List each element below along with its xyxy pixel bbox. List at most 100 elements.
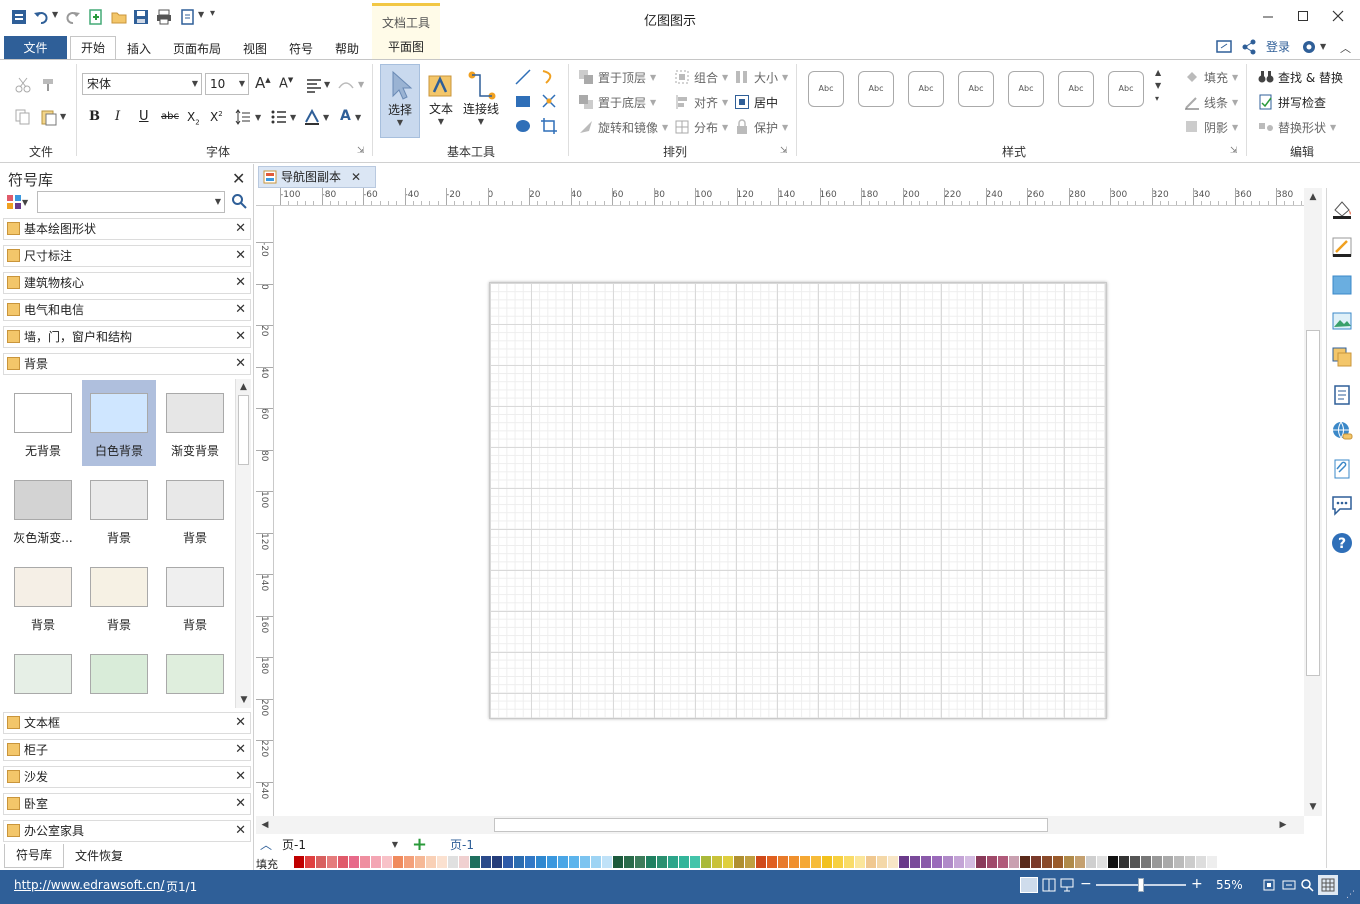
palette-swatch[interactable] <box>525 856 536 868</box>
tab-help[interactable]: 帮助 <box>326 38 368 60</box>
zoom-in-icon[interactable]: + <box>1191 876 1203 892</box>
text-align-icon[interactable] <box>305 76 323 94</box>
attachment-panel-icon[interactable] <box>1331 458 1353 480</box>
palette-swatch[interactable] <box>437 856 448 868</box>
reading-view-icon[interactable] <box>1042 878 1056 892</box>
palette-swatch[interactable] <box>998 856 1009 868</box>
palette-swatch[interactable] <box>1064 856 1075 868</box>
palette-swatch[interactable] <box>811 856 822 868</box>
undo-dropdown-icon[interactable]: ▼ <box>52 10 58 19</box>
shape-item[interactable]: 背景 <box>82 467 156 553</box>
gallery-scroll-thumb[interactable] <box>238 395 249 465</box>
palette-swatch[interactable] <box>1207 856 1218 868</box>
palette-swatch[interactable] <box>888 856 899 868</box>
add-page-icon[interactable]: + <box>412 834 427 855</box>
palette-swatch[interactable] <box>547 856 558 868</box>
underline-icon[interactable]: U <box>139 109 149 124</box>
palette-swatch[interactable] <box>459 856 470 868</box>
palette-swatch[interactable] <box>349 856 360 868</box>
style-swatch[interactable]: Abc <box>808 71 844 107</box>
shadow-button[interactable]: 阴影 ▼ <box>1184 118 1238 136</box>
page-tab[interactable]: 页-1 <box>450 836 474 854</box>
layers-panel-icon[interactable] <box>1331 346 1353 368</box>
bring-to-front-button[interactable]: 置于顶层 ▼ <box>578 68 656 86</box>
horizontal-scroll-thumb[interactable] <box>494 818 1048 832</box>
bold-icon[interactable]: B <box>89 109 100 124</box>
palette-swatch[interactable] <box>657 856 668 868</box>
palette-swatch[interactable] <box>910 856 921 868</box>
library-category[interactable]: 尺寸标注 ✕ <box>3 245 251 267</box>
palette-swatch[interactable] <box>503 856 514 868</box>
superscript-icon[interactable]: X2 <box>210 110 223 124</box>
library-category[interactable]: 背景 ✕ <box>3 353 251 375</box>
palette-swatch[interactable] <box>965 856 976 868</box>
document-tab[interactable]: 导航图副本 ✕ <box>258 166 376 188</box>
palette-swatch[interactable] <box>514 856 525 868</box>
palette-swatch[interactable] <box>1152 856 1163 868</box>
menu-file[interactable]: 文件 <box>4 36 67 60</box>
style-swatch[interactable]: Abc <box>1008 71 1044 107</box>
library-category[interactable]: 电气和电信 ✕ <box>3 299 251 321</box>
paste-dropdown-icon[interactable]: ▼ <box>60 112 66 121</box>
style-swatch[interactable]: Abc <box>1108 71 1144 107</box>
palette-swatch[interactable] <box>294 856 305 868</box>
palette-swatch[interactable] <box>1174 856 1185 868</box>
cross-point-icon[interactable] <box>540 92 558 110</box>
palette-swatch[interactable] <box>701 856 712 868</box>
size-button[interactable]: 大小 ▼ <box>734 68 788 86</box>
tab-floor-plan[interactable]: 平面图 <box>372 36 440 60</box>
palette-swatch[interactable] <box>316 856 327 868</box>
text-align-dropdown-icon[interactable]: ▼ <box>324 80 330 89</box>
rectangle-tool-icon[interactable] <box>514 92 532 110</box>
palette-swatch[interactable] <box>1196 856 1207 868</box>
share-screen-icon[interactable] <box>1215 38 1233 56</box>
palette-swatch[interactable] <box>844 856 855 868</box>
center-button[interactable]: 居中 <box>734 93 778 111</box>
palette-swatch[interactable] <box>327 856 338 868</box>
library-category[interactable]: 沙发 ✕ <box>3 766 251 788</box>
font-color-icon[interactable]: A <box>340 108 351 124</box>
palette-swatch[interactable] <box>426 856 437 868</box>
paste-icon[interactable] <box>40 108 58 126</box>
palette-swatch[interactable] <box>877 856 888 868</box>
select-tool-button[interactable]: 选择 ▼ <box>380 64 420 138</box>
presentation-view-icon[interactable] <box>1060 878 1074 892</box>
palette-swatch[interactable] <box>338 856 349 868</box>
palette-swatch[interactable] <box>932 856 943 868</box>
minimize-button[interactable] <box>1250 0 1286 32</box>
palette-swatch[interactable] <box>712 856 723 868</box>
print-icon[interactable] <box>155 8 173 26</box>
library-category-close-icon[interactable]: ✕ <box>235 219 246 239</box>
ellipse-tool-icon[interactable] <box>514 117 532 135</box>
connector-tool-button[interactable]: 连接线 ▼ <box>460 64 502 138</box>
line-button[interactable]: 线条 ▼ <box>1184 93 1238 111</box>
palette-swatch[interactable] <box>448 856 459 868</box>
settings-gear-icon[interactable] <box>1300 38 1318 56</box>
format-painter-icon[interactable] <box>40 76 58 94</box>
shape-item[interactable]: 渐变背景 <box>158 380 232 466</box>
palette-swatch[interactable] <box>624 856 635 868</box>
scroll-left-icon[interactable]: ◀ <box>256 816 274 834</box>
help-icon[interactable]: ? <box>1331 532 1353 554</box>
palette-swatch[interactable] <box>987 856 998 868</box>
palette-swatch[interactable] <box>1086 856 1097 868</box>
align-button[interactable]: 对齐 ▼ <box>674 93 728 111</box>
library-category-close-icon[interactable]: ✕ <box>235 246 246 266</box>
fill-button[interactable]: 填充 ▼ <box>1184 68 1238 86</box>
palette-swatch[interactable] <box>283 856 294 868</box>
fit-width-icon[interactable] <box>1282 878 1296 892</box>
shape-item[interactable] <box>82 641 156 708</box>
style-gallery-scroll[interactable]: ▲ ▼ ▾ <box>1155 66 1161 105</box>
palette-swatch[interactable] <box>943 856 954 868</box>
scroll-right-icon[interactable]: ▶ <box>1274 816 1292 834</box>
palette-swatch[interactable] <box>1009 856 1020 868</box>
app-menu-icon[interactable] <box>10 8 28 26</box>
bullet-list-dropdown-icon[interactable]: ▼ <box>290 113 296 122</box>
library-category[interactable]: 建筑物核心 ✕ <box>3 272 251 294</box>
text-curve-dropdown-icon[interactable]: ▼ <box>358 80 364 89</box>
spell-check-button[interactable]: 拼写检查 <box>1258 93 1326 111</box>
palette-swatch[interactable] <box>679 856 690 868</box>
vertical-scrollbar[interactable]: ▲ ▼ <box>1304 188 1322 816</box>
scroll-down-icon[interactable]: ▼ <box>1304 798 1322 816</box>
tab-view[interactable]: 视图 <box>234 38 276 60</box>
